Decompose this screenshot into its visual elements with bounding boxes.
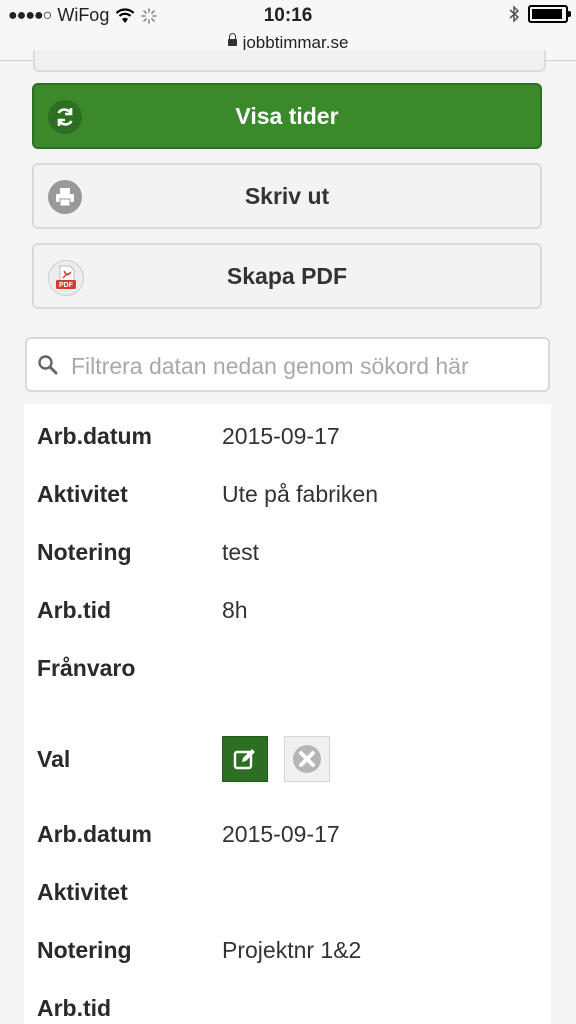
clock: 10:16	[263, 5, 313, 26]
delete-button[interactable]	[284, 736, 330, 782]
print-label: Skriv ut	[244, 182, 330, 209]
lock-icon	[227, 33, 237, 47]
create-pdf-label: Skapa PDF	[226, 262, 348, 289]
edit-icon	[233, 749, 255, 770]
choice-label: Val	[37, 746, 71, 772]
work-time-label: Arb.tid	[37, 597, 112, 623]
filter-search-box[interactable]	[25, 337, 550, 392]
work-time-value: 8h	[222, 597, 248, 623]
edit-button[interactable]	[222, 736, 268, 782]
pdf-icon-text: PDF	[59, 282, 74, 289]
partial-button[interactable]	[33, 50, 546, 72]
search-icon	[38, 355, 58, 375]
refresh-icon	[48, 100, 82, 134]
activity-label: Aktivitet	[37, 879, 128, 905]
bluetooth-icon	[509, 5, 520, 23]
battery-icon	[528, 5, 571, 23]
status-bar: ●●●●○ WiFog 10:16	[0, 0, 576, 32]
show-times-button[interactable]: Visa tider	[32, 83, 542, 149]
printer-icon	[48, 180, 82, 214]
results-list: Arb.datum 2015-09-17 Aktivitet Ute på fa…	[24, 404, 551, 1024]
note-value: Projektnr 1&2	[222, 937, 362, 963]
date-label: Arb.datum	[37, 821, 152, 847]
note-label: Notering	[37, 937, 132, 963]
activity-label: Aktivitet	[37, 481, 128, 507]
note-value: test	[222, 539, 260, 565]
filter-input[interactable]	[69, 347, 533, 385]
show-times-label: Visa tider	[235, 102, 339, 129]
date-value: 2015-09-17	[222, 821, 340, 847]
print-button[interactable]: Skriv ut	[32, 163, 542, 229]
pdf-icon: PDF	[48, 260, 84, 296]
note-label: Notering	[37, 539, 132, 565]
date-label: Arb.datum	[37, 423, 152, 449]
date-value: 2015-09-17	[222, 423, 340, 449]
activity-value: Ute på fabriken	[222, 481, 378, 507]
create-pdf-button[interactable]: PDF Skapa PDF	[32, 243, 542, 309]
delete-icon	[293, 745, 321, 773]
absence-label: Frånvaro	[37, 655, 136, 681]
work-time-label: Arb.tid	[37, 995, 112, 1021]
